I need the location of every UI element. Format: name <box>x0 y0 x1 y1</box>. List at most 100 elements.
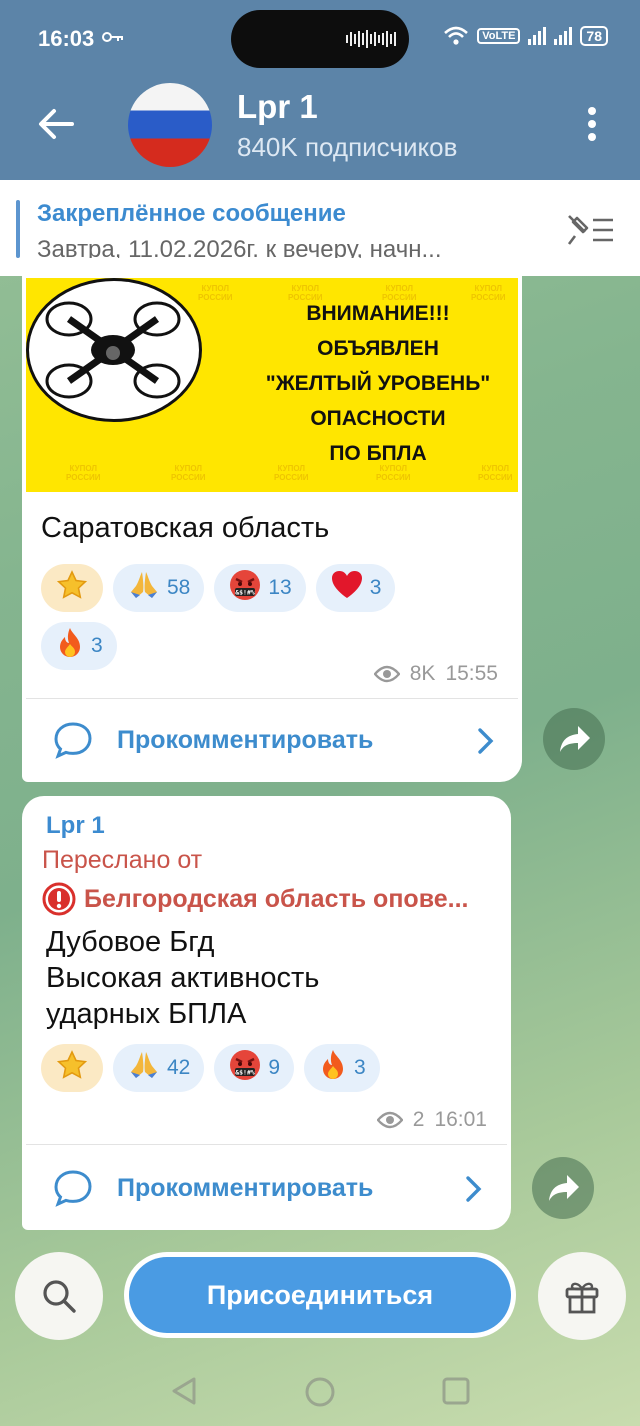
share-button[interactable] <box>543 708 605 770</box>
wifi-icon <box>444 26 469 45</box>
share-arrow-icon <box>549 1175 579 1201</box>
back-arrow-icon[interactable] <box>32 100 80 148</box>
more-menu-icon[interactable] <box>582 104 602 144</box>
drone-icon <box>26 278 202 422</box>
forwarded-label: Переслано от <box>42 846 203 874</box>
reaction-count: 58 <box>167 576 191 599</box>
heart-icon <box>330 569 364 608</box>
reaction-count: 3 <box>354 1056 366 1079</box>
reaction-star[interactable] <box>41 1044 103 1092</box>
banner-line: ОПАСНОСТИ <box>310 407 446 430</box>
chat-header: Lpr 1 840K подписчиков <box>0 80 640 180</box>
reaction-pray[interactable]: 58 <box>113 564 205 612</box>
join-label: Присоединиться <box>129 1257 511 1333</box>
pray-icon <box>127 569 161 608</box>
message-text-line: ударных БПЛА <box>46 998 247 1030</box>
chevron-right-icon[interactable] <box>474 726 496 756</box>
channel-title[interactable]: Lpr 1 <box>237 88 318 126</box>
message-text: Дубовое Бгд Высокая активность ударных БПЛ… <box>46 924 319 1032</box>
reaction-count: 42 <box>167 1056 191 1079</box>
banner-line: ВНИМАНИЕ!!! <box>306 302 450 325</box>
pray-icon <box>127 1049 161 1088</box>
join-button[interactable]: Присоединиться <box>124 1252 516 1338</box>
subscriber-count: 840K подписчиков <box>237 132 458 162</box>
nav-recents-icon[interactable] <box>441 1376 471 1406</box>
pinned-list-icon[interactable] <box>565 212 617 248</box>
reaction-count: 3 <box>369 576 382 599</box>
svg-text:&$!#%: &$!#% <box>236 588 256 596</box>
message-time: 15:55 <box>445 662 498 685</box>
reaction-angry[interactable]: &$!#% 13 <box>214 564 306 612</box>
message-meta: 2 16:01 <box>376 1108 487 1132</box>
reaction-fire[interactable]: 3 <box>304 1044 380 1092</box>
svg-text:&$!#%: &$!#% <box>236 1068 256 1076</box>
status-bar: 16:03 VoLTE 78 <box>0 0 640 80</box>
pinned-title: Закреплённое сообщение <box>37 200 346 227</box>
comment-bubble-icon <box>54 1170 92 1207</box>
reaction-count: 13 <box>268 576 292 599</box>
comment-label: Прокомментировать <box>117 725 374 754</box>
alert-icon <box>42 882 76 916</box>
forwarded-source[interactable]: Белгородская область опове... <box>42 882 468 916</box>
chevron-right-icon[interactable] <box>462 1174 484 1204</box>
reactions-row: 42 &$!#% 9 3 <box>41 1044 481 1092</box>
sender-name[interactable]: Lpr 1 <box>46 812 105 840</box>
search-icon <box>43 1280 76 1313</box>
battery-icon: 78 <box>580 26 608 46</box>
reaction-count: 3 <box>91 634 103 657</box>
angry-icon: &$!#% <box>228 1048 262 1089</box>
message-text-line: Дубовое Бгд <box>46 926 215 958</box>
divider <box>26 1144 507 1145</box>
views-eye-icon <box>373 665 400 683</box>
banner-line: ОБЪЯВЛЕН <box>317 337 439 360</box>
share-button[interactable] <box>532 1157 594 1219</box>
star-icon <box>56 569 88 608</box>
message-bubble[interactable]: Lpr 1 Переслано от Белгородская область … <box>22 796 511 1230</box>
status-time: 16:03 <box>38 26 95 51</box>
signal-icon-2 <box>554 27 573 45</box>
banner-line: "ЖЕЛТЫЙ УРОВЕНЬ" <box>265 372 491 395</box>
search-button[interactable] <box>15 1252 103 1340</box>
alert-banner-image: КУПОЛ РОССИИ КУПОЛ РОССИИ КУПОЛ РОССИИ КУПО… <box>26 278 518 492</box>
share-arrow-icon <box>560 726 590 752</box>
reaction-count: 9 <box>268 1056 281 1079</box>
status-icons: VoLTE 78 <box>443 26 608 46</box>
reactions-row: 58 &$!#% 13 3 3 <box>41 564 461 670</box>
volte-badge: VoLTE <box>477 28 521 44</box>
divider <box>26 698 518 699</box>
key-icon <box>102 30 124 48</box>
comment-button[interactable]: Прокомментировать <box>53 1168 373 1208</box>
nav-home-icon[interactable] <box>304 1376 336 1408</box>
message-meta: 8K 15:55 <box>373 662 498 686</box>
message-time: 16:01 <box>434 1108 487 1131</box>
audio-wave-icon <box>346 30 396 48</box>
channel-avatar[interactable] <box>128 83 212 167</box>
banner-line: ПО БПЛА <box>329 442 427 465</box>
forwarded-source-name: Белгородская область опове... <box>84 884 469 913</box>
view-count: 2 <box>412 1108 425 1131</box>
reaction-star[interactable] <box>41 564 103 612</box>
gift-button[interactable] <box>538 1252 626 1340</box>
message-text: Саратовская область <box>41 512 330 544</box>
gift-icon <box>565 1282 599 1314</box>
fire-icon <box>318 1048 348 1089</box>
views-eye-icon <box>376 1111 403 1129</box>
fire-icon <box>55 626 85 667</box>
signal-icon <box>528 27 547 45</box>
message-text-line: Высокая активность <box>46 962 320 994</box>
view-count: 8K <box>409 662 436 685</box>
system-nav-bar <box>0 1350 640 1426</box>
reaction-angry[interactable]: &$!#% 9 <box>214 1044 295 1092</box>
nav-back-icon[interactable] <box>170 1376 198 1406</box>
message-bubble[interactable]: КУПОЛ РОССИИ КУПОЛ РОССИИ КУПОЛ РОССИИ КУПО… <box>22 258 522 782</box>
reaction-heart[interactable]: 3 <box>315 564 396 612</box>
angry-icon: &$!#% <box>228 568 262 609</box>
banner-text: ВНИМАНИЕ!!! ОБЪЯВЛЕН "ЖЕЛТЫЙ УРОВЕНЬ" ОПАСН… <box>258 296 498 471</box>
reaction-fire[interactable]: 3 <box>41 622 117 670</box>
star-icon <box>56 1049 88 1088</box>
bottom-bar: Присоединиться <box>0 1250 640 1340</box>
comment-bubble-icon <box>54 722 92 759</box>
comment-label: Прокомментировать <box>117 1173 374 1202</box>
comment-button[interactable]: Прокомментировать <box>53 720 373 760</box>
reaction-pray[interactable]: 42 <box>113 1044 205 1092</box>
